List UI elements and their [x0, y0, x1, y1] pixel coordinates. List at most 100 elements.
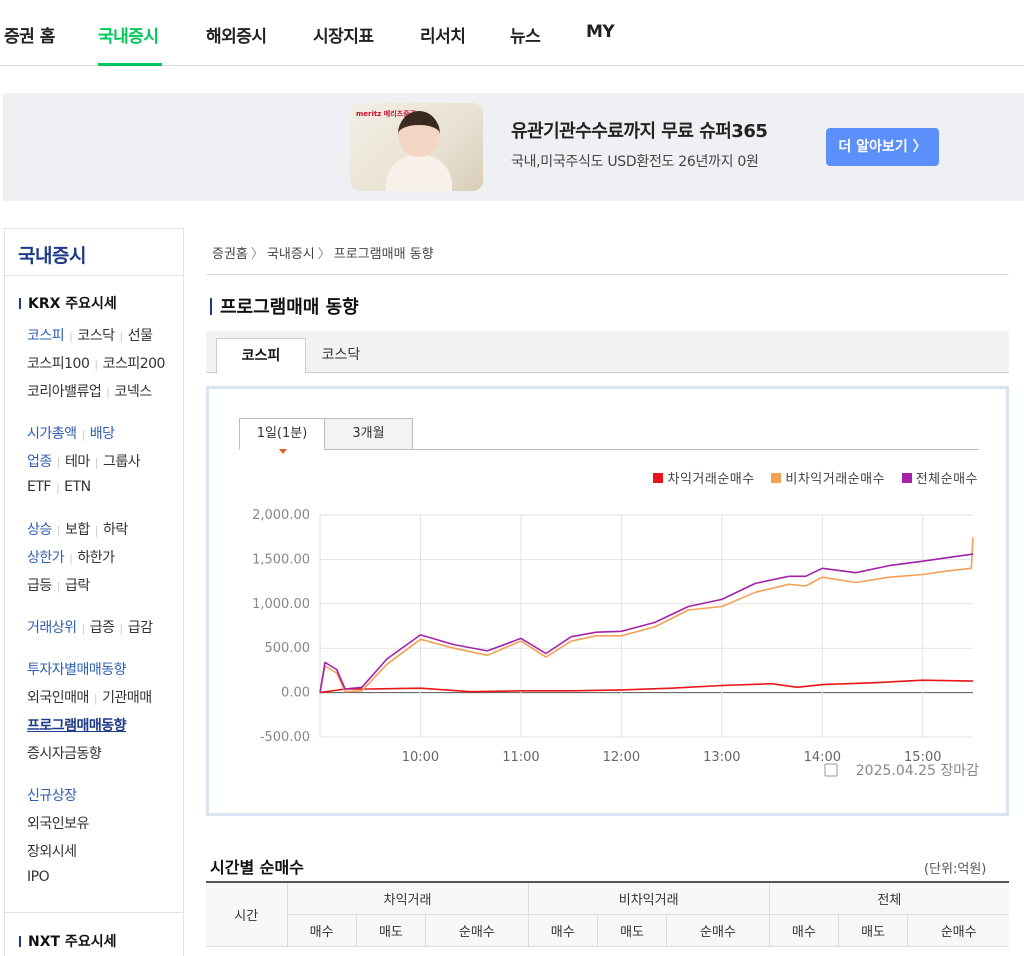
sidebar-link[interactable]: 상한가	[27, 550, 65, 566]
sidebar-row: 업종 | 테마 | 그룹사	[27, 454, 141, 470]
sidebar-row: 거래상위 | 급증 | 급감	[27, 620, 153, 636]
sidebar-link[interactable]: 코스닥	[77, 328, 115, 344]
sidebar-row: 상승 | 보합 | 하락	[27, 522, 128, 538]
sidebar-link[interactable]: IPO	[27, 869, 50, 885]
top-nav: 증권 홈 국내증시 해외증시 시장지표 리서치 뉴스 MY	[0, 0, 1024, 66]
nav-overseas[interactable]: 해외증시	[206, 22, 267, 47]
x-tick-label: 12:00	[603, 750, 640, 765]
x-tick-label: 10:00	[402, 750, 439, 765]
sidebar-row: 장외시세	[27, 841, 77, 861]
y-tick-label: -500.00	[260, 730, 310, 745]
y-tick-label: 1,500.00	[252, 552, 310, 567]
sidebar-link[interactable]: 코리아밸류업	[27, 384, 102, 400]
sidebar-row: IPO	[27, 869, 50, 885]
sidebar-link[interactable]: 코넥스	[115, 384, 153, 400]
sidebar-link[interactable]: 하락	[103, 522, 128, 538]
y-tick-label: 0.00	[281, 686, 310, 701]
nav-my[interactable]: MY	[586, 22, 615, 42]
col-net: 순매수	[425, 913, 529, 947]
sidebar-link[interactable]: 테마	[65, 454, 90, 470]
sidebar-link[interactable]: 거래상위	[27, 620, 77, 636]
unit-label: (단위:억원)	[924, 862, 987, 877]
sidebar-link[interactable]: 상승	[27, 522, 52, 538]
sidebar-link[interactable]: 급증	[90, 620, 115, 636]
time-table-title: 시간별 순매수	[210, 858, 304, 877]
active-nav-underline	[98, 63, 162, 66]
y-tick-label: 500.00	[265, 641, 311, 656]
nav-domestic[interactable]: 국내증시	[98, 22, 159, 47]
chart-panel: 1일(1분) 3개월 차익거래순매수 비차익거래순매수 전체순매수 2,000.…	[206, 386, 1009, 816]
breadcrumb-item[interactable]: 국내증시	[267, 247, 315, 262]
sidebar-link[interactable]: 그룹사	[103, 454, 141, 470]
sidebar-link[interactable]: 프로그램매매동향	[27, 718, 127, 734]
col-net: 순매수	[666, 913, 770, 947]
sidebar-row: 신규상장	[27, 785, 77, 805]
sidebar-link[interactable]: 코스피100	[27, 356, 90, 372]
col-buy: 매수	[527, 913, 598, 947]
col-sell: 매도	[596, 913, 668, 947]
sidebar-link[interactable]: ETN	[64, 479, 91, 495]
col-buy: 매수	[768, 913, 840, 947]
ad-banner[interactable]: meritz 메리츠증권 유관기관수수료까지 무료 슈퍼365 국내,미국주식도…	[3, 93, 1024, 201]
sidebar-row: 외국인매매 | 기관매매	[27, 690, 152, 706]
sidebar-link[interactable]: 신규상장	[27, 788, 77, 804]
learn-more-button[interactable]: 더 알아보기 〉	[826, 128, 939, 166]
col-group-total: 전체	[768, 881, 1009, 915]
sidebar-link[interactable]: 증시자금동향	[27, 746, 102, 762]
sidebar-section-nxt: NXT 주요시세	[19, 931, 116, 951]
sidebar: 국내증시 KRX 주요시세 코스피 | 코스닥 | 선물 코스피100 | 코스피200 코리아…	[4, 228, 184, 956]
x-tick-label: 11:00	[502, 750, 539, 765]
sidebar-row: 증시자금동향	[27, 743, 102, 763]
col-group-non-arbitrage: 비차익거래	[527, 881, 770, 915]
sidebar-link[interactable]: 기관매매	[102, 690, 152, 706]
banner-image: meritz 메리츠증권	[350, 103, 483, 191]
nav-market-index[interactable]: 시장지표	[313, 22, 374, 47]
sidebar-link[interactable]: 외국인보유	[27, 816, 89, 832]
sidebar-link[interactable]: 외국인매매	[27, 690, 89, 706]
sidebar-link[interactable]: 보합	[65, 522, 90, 538]
sidebar-link[interactable]: 배당	[90, 426, 115, 442]
sidebar-link[interactable]: 선물	[128, 328, 153, 344]
sidebar-link[interactable]: 장외시세	[27, 844, 77, 860]
col-sell: 매도	[837, 913, 909, 947]
series-line-non-arbitrage	[319, 537, 974, 693]
col-net: 순매수	[907, 913, 1009, 947]
page-title: 프로그램매매 동향	[210, 293, 359, 319]
sidebar-link[interactable]: 급락	[65, 578, 90, 594]
breadcrumb-item[interactable]: 증권홈	[212, 247, 248, 262]
sidebar-link[interactable]: 투자자별매매동향	[27, 662, 127, 678]
sidebar-link[interactable]: ETF	[27, 479, 51, 495]
sidebar-row: 프로그램매매동향	[27, 715, 127, 735]
time-net-buy-table: 시간 차익거래 비차익거래 전체 매수 매도 순매수 매수 매도 순매수 매수 …	[206, 881, 1009, 947]
series-line-arbitrage	[319, 679, 974, 694]
sidebar-section-krx: KRX 주요시세	[19, 293, 117, 313]
nav-research[interactable]: 리서치	[420, 22, 466, 47]
breadcrumb: 증권홈 〉 국내증시 〉 프로그램매매 동향	[212, 247, 434, 262]
nav-stock-home[interactable]: 증권 홈	[4, 22, 55, 47]
sidebar-row: 외국인보유	[27, 813, 89, 833]
series-line-total	[319, 553, 974, 693]
sidebar-link[interactable]: 급감	[128, 620, 153, 636]
x-tick-label: 14:00	[804, 750, 841, 765]
col-group-arbitrage: 차익거래	[286, 881, 529, 915]
sidebar-row: 시가총액 | 배당	[27, 426, 115, 442]
sidebar-link[interactable]: 업종	[27, 454, 52, 470]
x-tick-label: 13:00	[703, 750, 740, 765]
sidebar-link[interactable]: 코스피200	[103, 356, 166, 372]
sidebar-row: 급등 | 급락	[27, 578, 90, 594]
tab-kospi[interactable]: 코스피	[216, 338, 306, 374]
sidebar-link[interactable]: 코스피	[27, 328, 65, 344]
sidebar-link[interactable]: 시가총액	[27, 426, 77, 442]
sidebar-row: ETF | ETN	[27, 479, 91, 495]
sidebar-link[interactable]: 급등	[27, 578, 52, 594]
y-tick-label: 1,000.00	[252, 597, 310, 612]
program-trading-chart: 2,000.00 1,500.00 1,000.00 500.00 0.00 -500.0…	[252, 508, 979, 779]
sidebar-link[interactable]: 하한가	[77, 550, 115, 566]
breadcrumb-item: 프로그램매매 동향	[333, 247, 434, 262]
y-tick-label: 2,000.00	[252, 508, 310, 523]
banner-title: 유관기관수수료까지 무료 슈퍼365	[511, 121, 768, 142]
nav-news[interactable]: 뉴스	[510, 22, 541, 47]
col-sell: 매도	[355, 913, 427, 947]
sidebar-row: 코스피100 | 코스피200	[27, 356, 166, 372]
tab-kosdaq[interactable]: 코스닥	[306, 338, 376, 374]
